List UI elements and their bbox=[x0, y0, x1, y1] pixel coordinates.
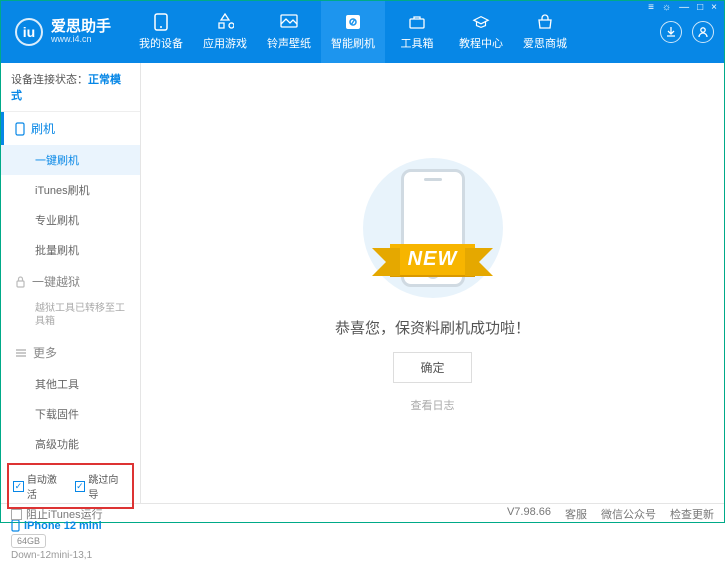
brand-url: www.i4.cn bbox=[51, 35, 111, 45]
brand-title: 爱思助手 bbox=[51, 19, 111, 36]
ok-button[interactable]: 确定 bbox=[393, 352, 471, 383]
brand-logo-icon: iu bbox=[15, 18, 43, 46]
wallpaper-icon bbox=[280, 13, 298, 31]
main-nav: 我的设备 应用游戏 铃声壁纸 智能刷机 工具箱 教程中心 爱思商城 bbox=[129, 1, 577, 63]
user-button[interactable] bbox=[692, 21, 714, 43]
nav-store[interactable]: 爱思商城 bbox=[513, 1, 577, 63]
sidebar-item-other-tools[interactable]: 其他工具 bbox=[1, 369, 140, 399]
close-icon[interactable]: × bbox=[711, 2, 717, 13]
success-illustration: NEW bbox=[363, 153, 503, 303]
support-link[interactable]: 客服 bbox=[565, 506, 587, 522]
checkbox-block-itunes[interactable]: 阻止iTunes运行 bbox=[11, 506, 103, 522]
sidebar-item-pro-flash[interactable]: 专业刷机 bbox=[1, 205, 140, 235]
store-icon bbox=[536, 13, 554, 31]
apps-icon bbox=[216, 13, 234, 31]
jailbreak-note: 越狱工具已转移至工具箱 bbox=[1, 298, 140, 336]
download-button[interactable] bbox=[660, 21, 682, 43]
main-content: NEW 恭喜您，保资料刷机成功啦！ 确定 查看日志 bbox=[141, 63, 724, 503]
checkbox-skip-guide[interactable]: ✓跳过向导 bbox=[75, 471, 129, 501]
skin-icon[interactable]: ☼ bbox=[662, 2, 671, 13]
version-label: V7.98.66 bbox=[507, 506, 551, 522]
app-header: ≡ ☼ — □ × iu 爱思助手 www.i4.cn 我的设备 应用游戏 铃声… bbox=[1, 1, 724, 63]
sidebar-item-download-firmware[interactable]: 下载固件 bbox=[1, 399, 140, 429]
nav-my-device[interactable]: 我的设备 bbox=[129, 1, 193, 63]
graduation-icon bbox=[472, 13, 490, 31]
checkbox-auto-activate[interactable]: ✓自动激活 bbox=[13, 471, 67, 501]
wechat-link[interactable]: 微信公众号 bbox=[601, 506, 656, 522]
brand: iu 爱思助手 www.i4.cn bbox=[1, 18, 125, 46]
success-message: 恭喜您，保资料刷机成功啦！ bbox=[335, 317, 530, 338]
view-log-link[interactable]: 查看日志 bbox=[411, 397, 455, 413]
device-storage: 64GB bbox=[11, 534, 46, 548]
toolbox-icon bbox=[408, 13, 426, 31]
sidebar-section-jailbreak[interactable]: 一键越狱 bbox=[1, 265, 140, 298]
nav-apps-games[interactable]: 应用游戏 bbox=[193, 1, 257, 63]
sidebar-section-flash[interactable]: 刷机 bbox=[1, 112, 140, 145]
device-status: 设备连接状态：正常模式 bbox=[1, 63, 140, 112]
menu-icon[interactable]: ≡ bbox=[648, 2, 654, 13]
options-highlight: ✓自动激活 ✓跳过向导 bbox=[7, 463, 134, 509]
flash-icon bbox=[344, 13, 362, 31]
phone-small-icon bbox=[15, 122, 25, 136]
sidebar-item-batch-flash[interactable]: 批量刷机 bbox=[1, 235, 140, 265]
nav-smart-flash[interactable]: 智能刷机 bbox=[321, 1, 385, 63]
sidebar-item-oneclick-flash[interactable]: 一键刷机 bbox=[1, 145, 140, 175]
nav-ringtone-wallpaper[interactable]: 铃声壁纸 bbox=[257, 1, 321, 63]
maximize-icon[interactable]: □ bbox=[697, 2, 703, 13]
lock-icon bbox=[15, 276, 26, 288]
new-ribbon: NEW bbox=[390, 244, 476, 275]
device-model: Down-12mini-13,1 bbox=[11, 550, 130, 561]
nav-tutorials[interactable]: 教程中心 bbox=[449, 1, 513, 63]
window-controls: ≡ ☼ — □ × bbox=[648, 2, 717, 13]
nav-toolbox[interactable]: 工具箱 bbox=[385, 1, 449, 63]
sidebar-section-more[interactable]: 更多 bbox=[1, 336, 140, 369]
check-update-link[interactable]: 检查更新 bbox=[670, 506, 714, 522]
minimize-icon[interactable]: — bbox=[679, 2, 689, 13]
sidebar-item-advanced[interactable]: 高级功能 bbox=[1, 429, 140, 459]
more-icon bbox=[15, 348, 27, 358]
phone-icon bbox=[152, 13, 170, 31]
sidebar: 设备连接状态：正常模式 刷机 一键刷机 iTunes刷机 专业刷机 批量刷机 一… bbox=[1, 63, 141, 503]
sidebar-item-itunes-flash[interactable]: iTunes刷机 bbox=[1, 175, 140, 205]
